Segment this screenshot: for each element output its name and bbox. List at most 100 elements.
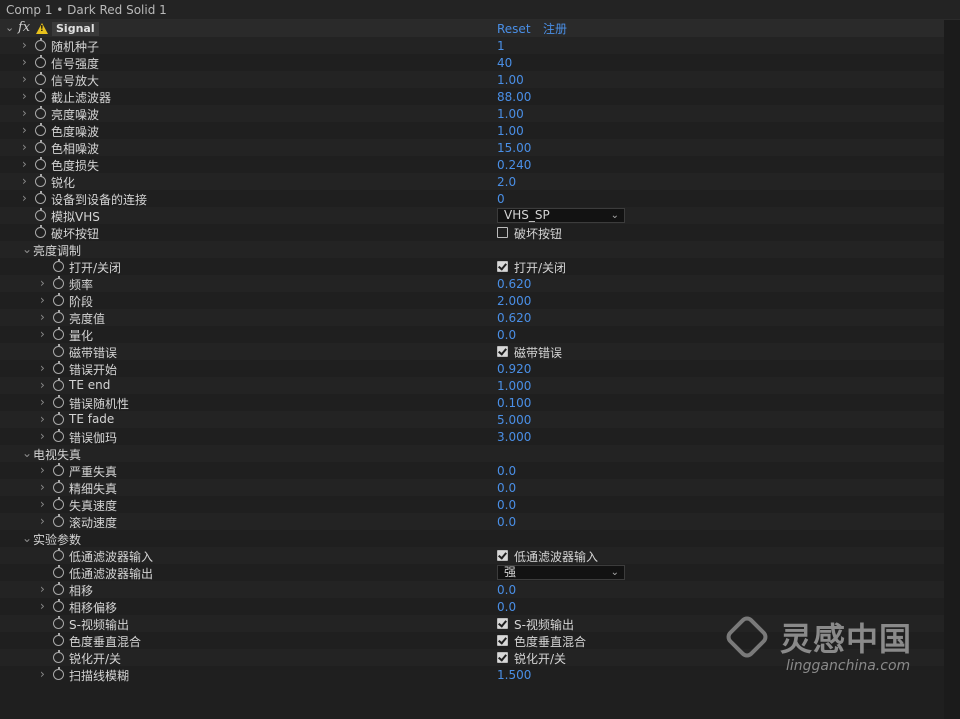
property-value[interactable]: 0.920 (497, 362, 531, 376)
property-row[interactable]: › 量化 0.0 (0, 326, 944, 343)
stopwatch-icon[interactable] (35, 191, 46, 204)
property-value[interactable]: 2.0 (497, 175, 516, 189)
stopwatch-icon[interactable] (53, 582, 64, 595)
property-row[interactable]: › 错误随机性 0.100 (0, 394, 944, 411)
property-value[interactable]: 88.00 (497, 90, 531, 104)
property-value[interactable]: 1.000 (497, 379, 531, 393)
stopwatch-icon[interactable] (35, 123, 46, 136)
property-row[interactable]: › TE end 1.000 (0, 377, 944, 394)
chevron-right-icon[interactable]: › (40, 361, 45, 375)
stopwatch-icon[interactable] (53, 327, 64, 340)
stopwatch-icon[interactable] (35, 174, 46, 187)
property-value[interactable]: 0.0 (497, 583, 516, 597)
property-row[interactable]: › 滚动速度 0.0 (0, 513, 944, 530)
chevron-right-icon[interactable]: › (22, 140, 27, 154)
chevron-right-icon[interactable]: › (22, 89, 27, 103)
scrollbar[interactable] (944, 20, 960, 719)
property-value[interactable]: 0.100 (497, 396, 531, 410)
chevron-right-icon[interactable]: › (40, 582, 45, 596)
property-row[interactable]: › 亮度值 0.620 (0, 309, 944, 326)
property-group-row[interactable]: ⌄ 实验参数 (0, 530, 944, 547)
effect-header[interactable]: ⌄ fx ! Signal Reset 注册 (0, 20, 944, 37)
fx-toggle-icon[interactable]: fx (18, 20, 30, 35)
stopwatch-icon[interactable] (53, 293, 64, 306)
stopwatch-icon[interactable] (53, 259, 64, 272)
stopwatch-icon[interactable] (53, 633, 64, 646)
stopwatch-icon[interactable] (53, 412, 64, 425)
reset-link[interactable]: Reset (497, 22, 531, 36)
property-value[interactable]: 0.0 (497, 464, 516, 478)
chevron-right-icon[interactable]: › (40, 599, 45, 613)
stopwatch-icon[interactable] (53, 565, 64, 578)
property-row[interactable]: › 色相噪波 15.00 (0, 139, 944, 156)
chevron-right-icon[interactable]: › (40, 429, 45, 443)
property-group-row[interactable]: ⌄ 亮度调制 (0, 241, 944, 258)
property-value[interactable]: 0.0 (497, 515, 516, 529)
property-row[interactable]: › 阶段 2.000 (0, 292, 944, 309)
property-value[interactable]: 15.00 (497, 141, 531, 155)
checkbox-checked[interactable] (497, 652, 508, 663)
stopwatch-icon[interactable] (35, 140, 46, 153)
chevron-down-icon[interactable]: ⌄ (22, 531, 32, 545)
stopwatch-icon[interactable] (35, 157, 46, 170)
property-row[interactable]: › 色度损失 0.240 (0, 156, 944, 173)
checkbox-label[interactable]: 打开/关闭 (514, 259, 566, 276)
property-row[interactable]: › 精细失真 0.0 (0, 479, 944, 496)
property-row[interactable]: 低通滤波器输入 低通滤波器输入 (0, 547, 944, 564)
property-row[interactable]: › 信号强度 40 (0, 54, 944, 71)
dropdown-select[interactable]: VHS_SP ⌄ (497, 208, 625, 223)
register-link[interactable]: 注册 (543, 20, 567, 37)
stopwatch-icon[interactable] (53, 548, 64, 561)
chevron-right-icon[interactable]: › (22, 72, 27, 86)
chevron-right-icon[interactable]: › (40, 480, 45, 494)
property-row[interactable]: › 亮度噪波 1.00 (0, 105, 944, 122)
chevron-right-icon[interactable]: › (40, 497, 45, 511)
stopwatch-icon[interactable] (35, 38, 46, 51)
stopwatch-icon[interactable] (35, 225, 46, 238)
stopwatch-icon[interactable] (53, 650, 64, 663)
chevron-right-icon[interactable]: › (40, 327, 45, 341)
checkbox-label[interactable]: 破坏按钮 (514, 225, 562, 242)
property-value[interactable]: 5.000 (497, 413, 531, 427)
chevron-right-icon[interactable]: › (40, 514, 45, 528)
property-value[interactable]: 40 (497, 56, 512, 70)
chevron-right-icon[interactable]: › (40, 276, 45, 290)
property-row[interactable]: 模拟VHS VHS_SP ⌄ (0, 207, 944, 224)
checkbox-checked[interactable] (497, 346, 508, 357)
property-row[interactable]: › 频率 0.620 (0, 275, 944, 292)
chevron-right-icon[interactable]: › (40, 395, 45, 409)
stopwatch-icon[interactable] (53, 514, 64, 527)
property-row[interactable]: 低通滤波器输出强 ⌄ (0, 564, 944, 581)
stopwatch-icon[interactable] (53, 395, 64, 408)
stopwatch-icon[interactable] (53, 480, 64, 493)
stopwatch-icon[interactable] (35, 89, 46, 102)
chevron-right-icon[interactable]: › (22, 106, 27, 120)
chevron-right-icon[interactable]: › (22, 55, 27, 69)
chevron-right-icon[interactable]: › (22, 157, 27, 171)
stopwatch-icon[interactable] (35, 55, 46, 68)
stopwatch-icon[interactable] (53, 616, 64, 629)
property-value[interactable]: 0.0 (497, 481, 516, 495)
stopwatch-icon[interactable] (53, 378, 64, 391)
chevron-right-icon[interactable]: › (40, 378, 45, 392)
property-row[interactable]: 破坏按钮 破坏按钮 (0, 224, 944, 241)
property-row[interactable]: 磁带错误 磁带错误 (0, 343, 944, 360)
stopwatch-icon[interactable] (53, 463, 64, 476)
checkbox-label[interactable]: 磁带错误 (514, 344, 562, 361)
property-value[interactable]: 0.620 (497, 311, 531, 325)
checkbox-label[interactable]: S-视频输出 (514, 616, 574, 633)
property-row[interactable]: › 失真速度 0.0 (0, 496, 944, 513)
property-value[interactable]: 0.0 (497, 600, 516, 614)
chevron-right-icon[interactable]: › (40, 293, 45, 307)
property-row[interactable]: › 严重失真 0.0 (0, 462, 944, 479)
property-value[interactable]: 0.620 (497, 277, 531, 291)
checkbox-checked[interactable] (497, 635, 508, 646)
chevron-right-icon[interactable]: › (40, 310, 45, 324)
stopwatch-icon[interactable] (53, 429, 64, 442)
stopwatch-icon[interactable] (35, 208, 46, 221)
chevron-right-icon[interactable]: › (40, 667, 45, 681)
group-label[interactable]: 电视失真 (33, 446, 81, 463)
property-row[interactable]: › 色度噪波 1.00 (0, 122, 944, 139)
property-row[interactable]: › 随机种子 1 (0, 37, 944, 54)
group-label[interactable]: 亮度调制 (33, 242, 81, 259)
